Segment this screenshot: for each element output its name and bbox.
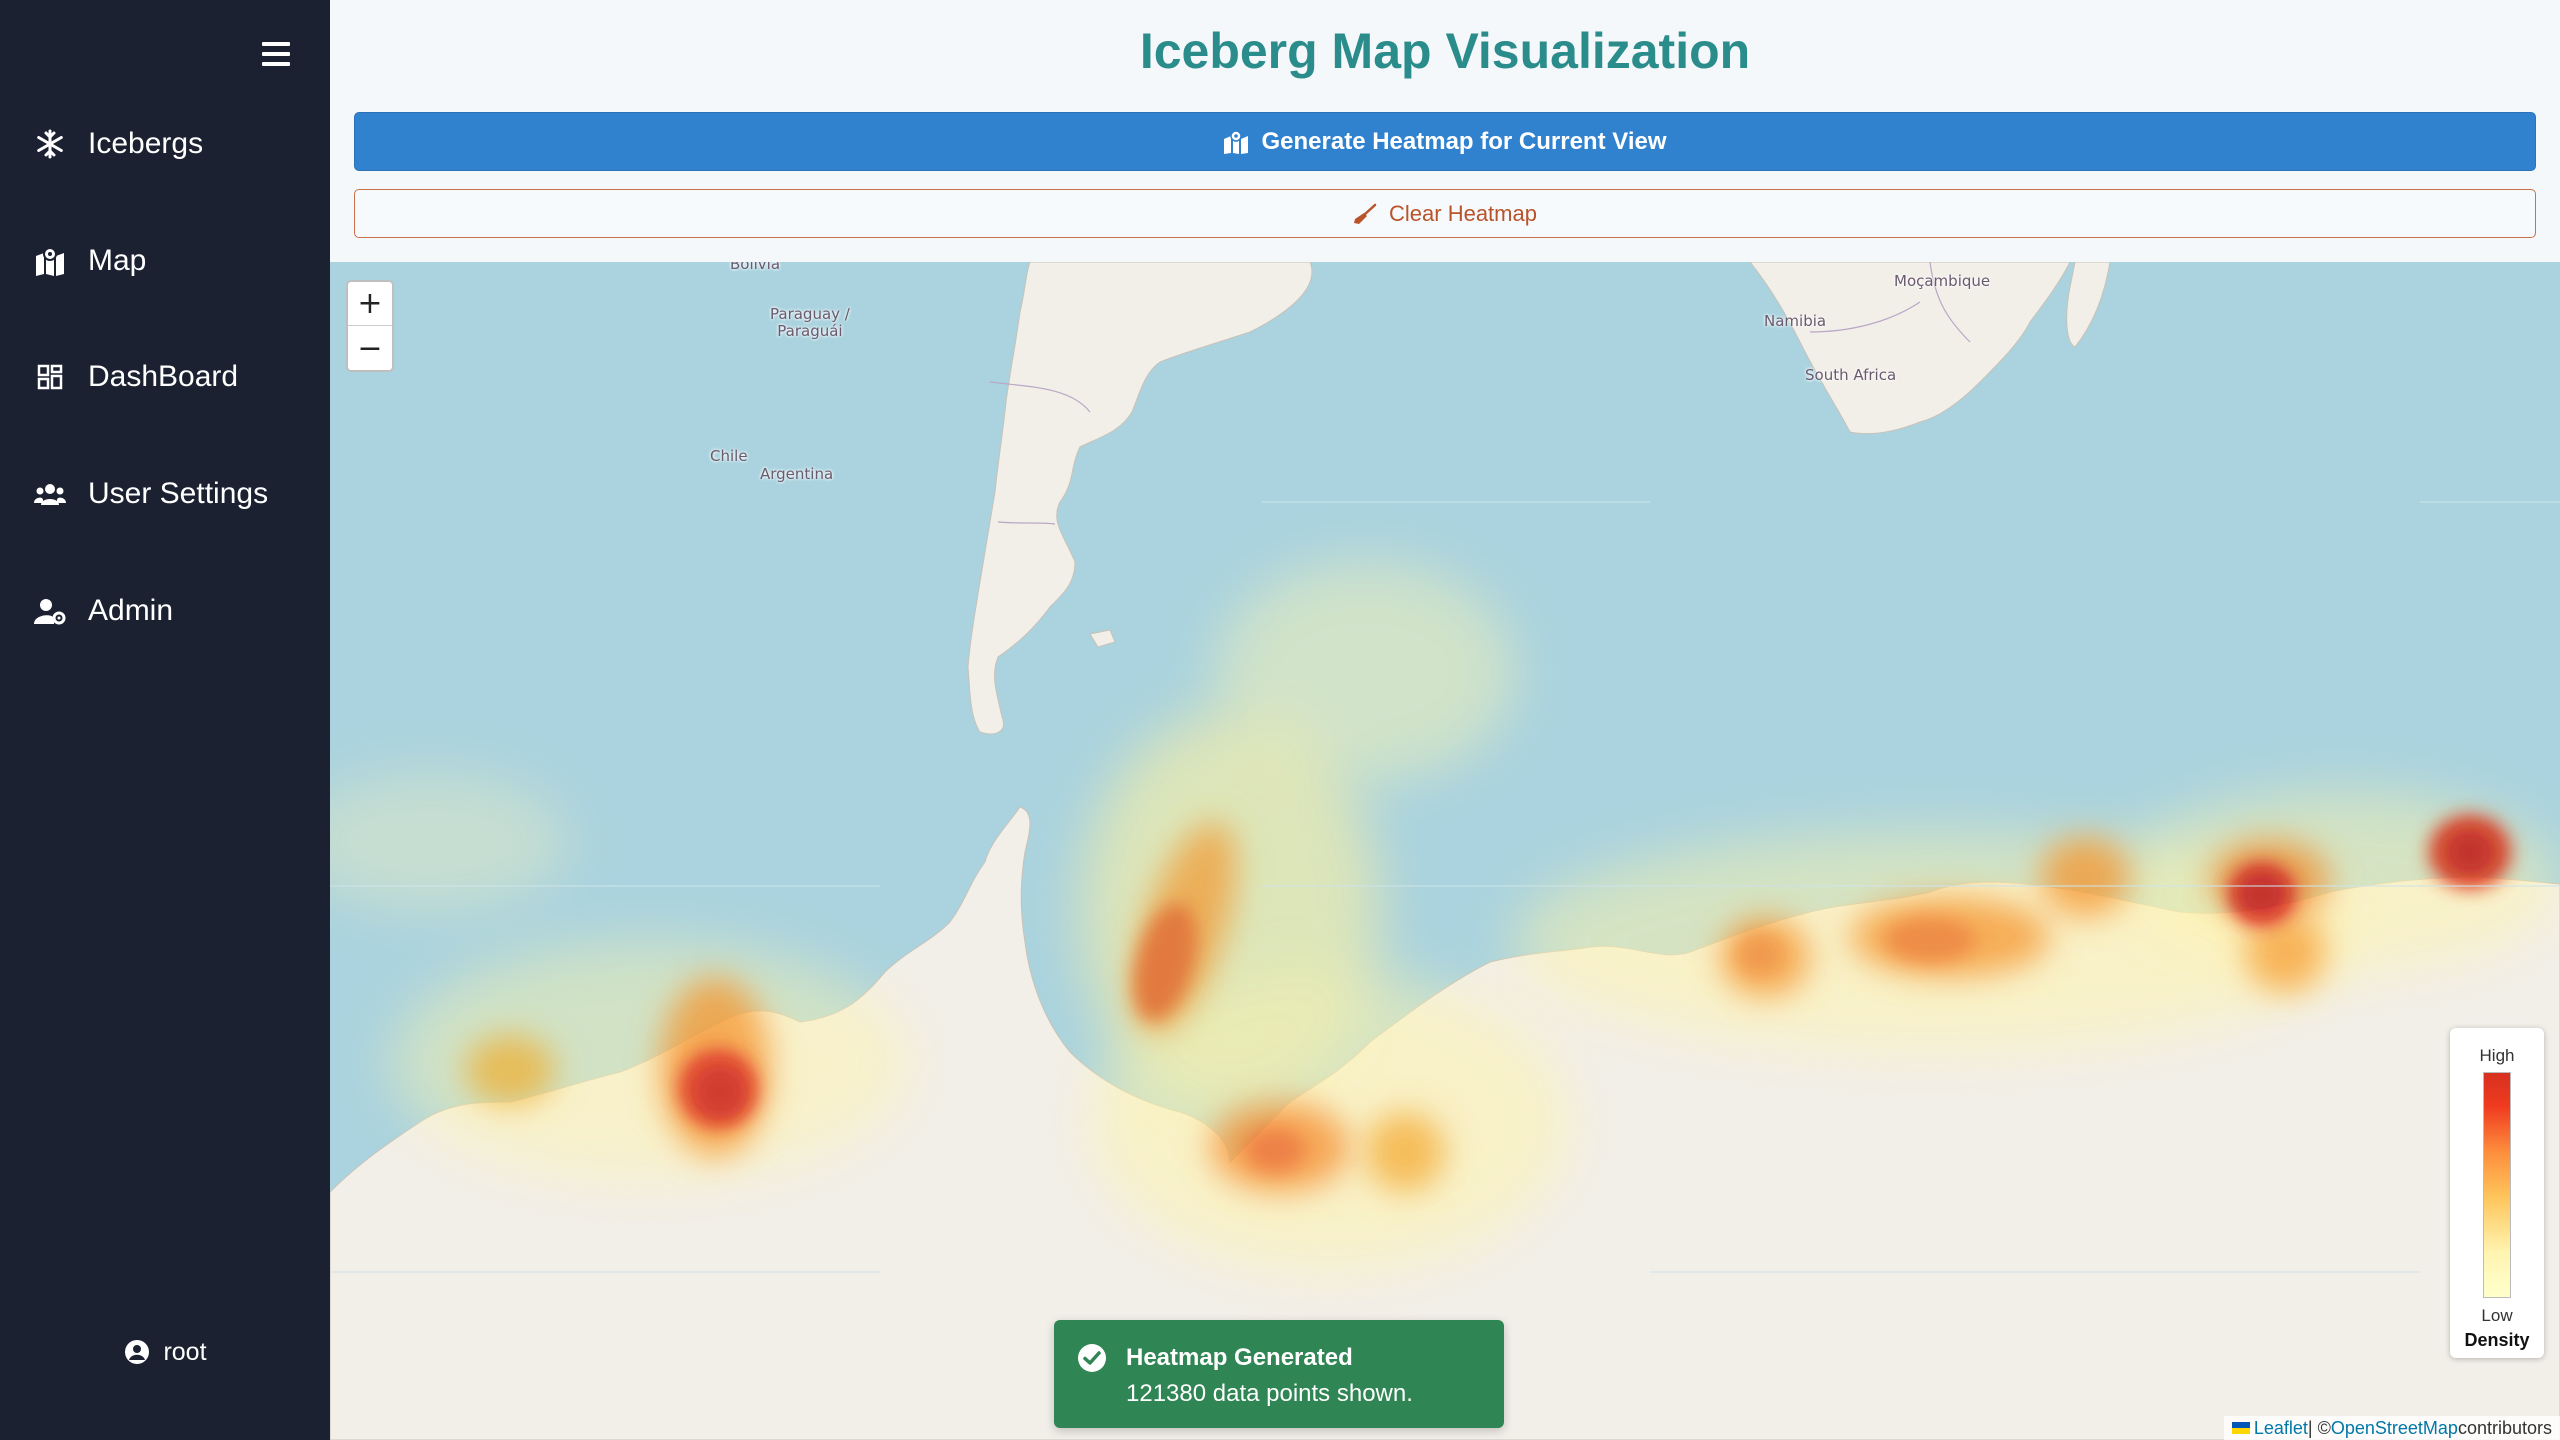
- sidebar-item-map[interactable]: Map: [0, 221, 330, 301]
- users-icon: [34, 478, 66, 510]
- map-icon: [34, 245, 66, 277]
- map-label-argentina: Argentina: [760, 465, 834, 483]
- leaflet-link[interactable]: Leaflet: [2254, 1418, 2308, 1439]
- sidebar-item-user-settings[interactable]: User Settings: [0, 454, 330, 534]
- broom-icon: [1353, 203, 1377, 225]
- success-toast[interactable]: Heatmap Generated 121380 data points sho…: [1054, 1320, 1504, 1428]
- generate-heatmap-label: Generate Heatmap for Current View: [1261, 127, 1667, 155]
- sidebar-item-label: Icebergs: [88, 127, 204, 160]
- toast-title: Heatmap Generated: [1126, 1344, 1353, 1371]
- map-label-mocambique: Moçambique: [1894, 272, 1991, 290]
- legend-title: Density: [2464, 1330, 2530, 1350]
- map-label-paraguay: Paraguay / Paraguái: [770, 305, 850, 340]
- land-falklands: [1089, 629, 1116, 648]
- page-title: Iceberg Map Visualization: [1139, 23, 1751, 79]
- sidebar-item-admin[interactable]: Admin: [0, 571, 330, 651]
- hamburger-menu-icon[interactable]: [258, 38, 294, 70]
- legend-high-label: High: [2479, 1046, 2515, 1065]
- user-profile[interactable]: root: [0, 1330, 330, 1374]
- toast-message: 121380 data points shown.: [1126, 1380, 1413, 1407]
- legend-color-bar: [2483, 1072, 2511, 1298]
- snowflake-icon: [34, 128, 66, 160]
- sidebar-item-icebergs[interactable]: Icebergs: [0, 104, 330, 184]
- map-label-south-africa: South Africa: [1805, 366, 1897, 384]
- land-madagascar: [2066, 262, 2111, 348]
- ukraine-flag-icon: [2231, 1422, 2250, 1434]
- username-label: root: [163, 1337, 207, 1366]
- check-circle-icon: [1076, 1342, 1108, 1374]
- app-root: Icebergs Map DashBoard User Settings Adm…: [0, 0, 2560, 1440]
- sidebar-item-label: Admin: [88, 594, 174, 627]
- map-attribution: Leaflet | © OpenStreetMap contributors: [2223, 1416, 2560, 1440]
- openstreetmap-link[interactable]: OpenStreetMap: [2331, 1418, 2458, 1439]
- sidebar-item-dashboard[interactable]: DashBoard: [0, 337, 330, 417]
- clear-heatmap-label: Clear Heatmap: [1389, 200, 1537, 226]
- zoom-in-button[interactable]: +: [348, 282, 392, 326]
- dashboard-grid-icon: [34, 361, 66, 393]
- sidebar-item-label: Map: [88, 244, 147, 277]
- user-cog-icon: [34, 595, 66, 627]
- map-label-bolivia: Bolivia: [730, 262, 781, 273]
- zoom-control: + −: [346, 280, 394, 372]
- map-marked-icon: [1223, 129, 1249, 154]
- clear-heatmap-button[interactable]: Clear Heatmap: [354, 189, 2536, 238]
- user-avatar-icon: [123, 1338, 151, 1366]
- map-label-chile: Chile: [710, 447, 748, 465]
- map-container[interactable]: Bolivia Paraguay / Paraguái Chile Argent…: [330, 262, 2560, 1440]
- generate-heatmap-button[interactable]: Generate Heatmap for Current View: [354, 112, 2536, 171]
- map-label-namibia: Namibia: [1764, 312, 1827, 330]
- zoom-out-button[interactable]: −: [348, 326, 392, 370]
- sidebar-item-label: User Settings: [88, 477, 269, 510]
- map-canvas: [330, 262, 2560, 1440]
- density-legend: High Low Density: [2450, 1028, 2544, 1358]
- legend-low-label: Low: [2481, 1306, 2513, 1325]
- attribution-contributors: contributors: [2457, 1417, 2552, 1438]
- sidebar-item-label: DashBoard: [88, 360, 239, 393]
- sidebar: Icebergs Map DashBoard User Settings Adm…: [0, 0, 330, 1440]
- attribution-separator: | ©: [2307, 1417, 2331, 1438]
